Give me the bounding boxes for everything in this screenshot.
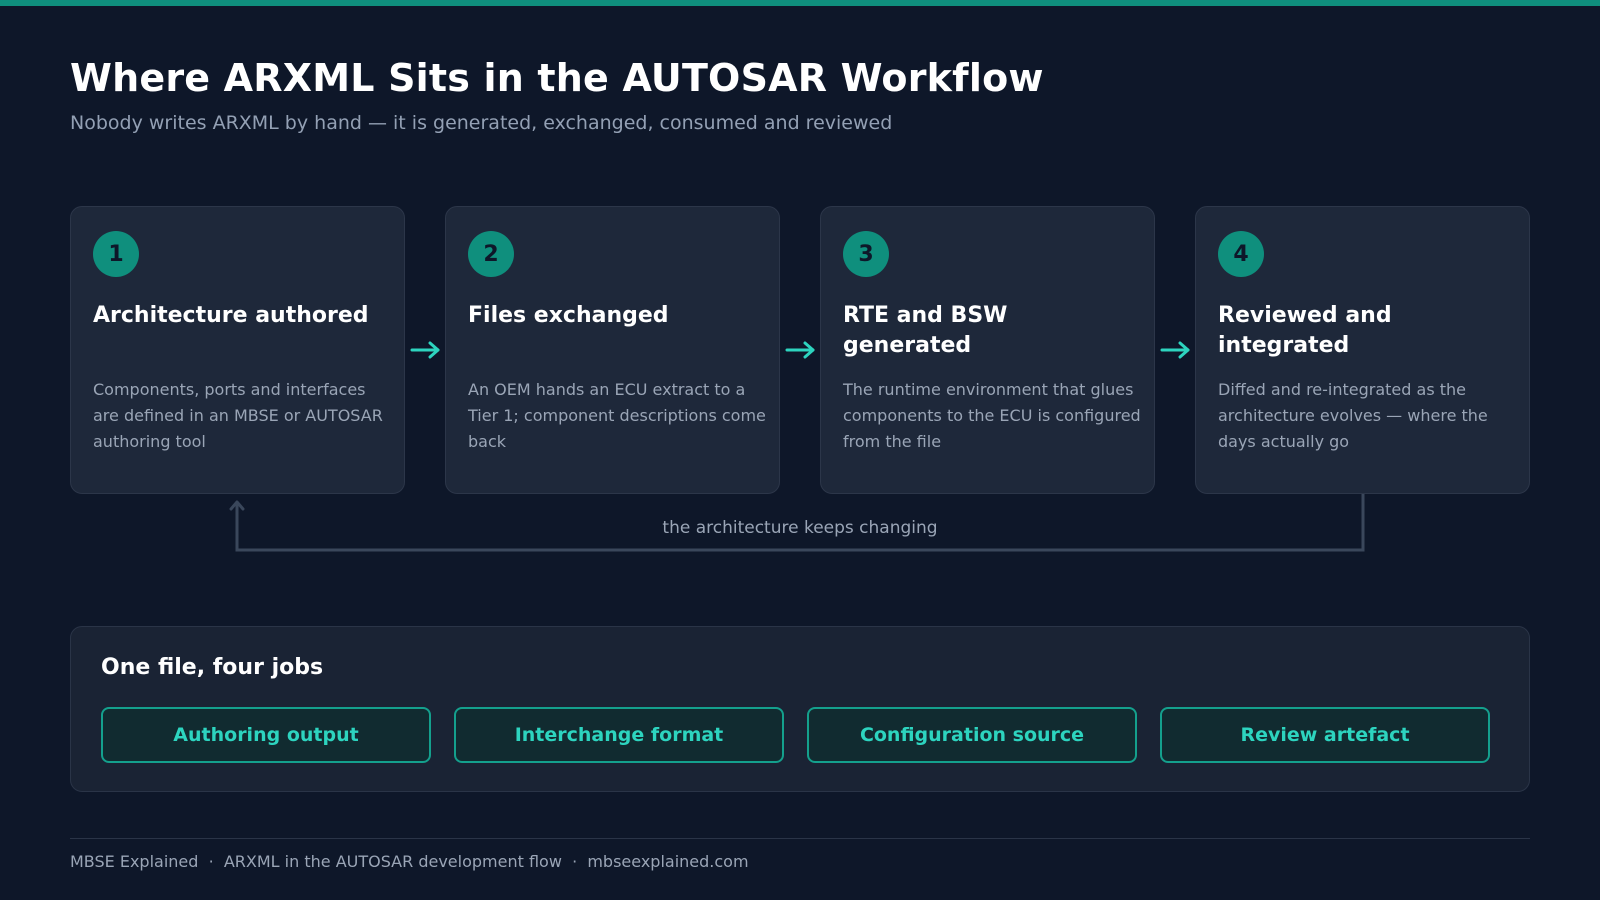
step-card-generated: 3 RTE and BSW generated The runtime envi… (820, 206, 1155, 494)
footer-text: MBSE Explained · ARXML in the AUTOSAR de… (70, 852, 749, 871)
job-pill-configuration-source: Configuration source (807, 707, 1137, 763)
jobs-panel: One file, four jobs Authoring output Int… (70, 626, 1530, 792)
flow-arrow-icon (410, 341, 440, 359)
step-card-exchanged: 2 Files exchanged An OEM hands an ECU ex… (445, 206, 780, 494)
step-number-badge: 3 (843, 231, 889, 277)
step-title: Architecture authored (93, 303, 369, 328)
flow-arrow-icon (785, 341, 815, 359)
job-pill-authoring-output: Authoring output (101, 707, 431, 763)
step-number-badge: 4 (1218, 231, 1264, 277)
step-title: Files exchanged (468, 303, 669, 328)
step-number-badge: 1 (93, 231, 139, 277)
job-pill-review-artefact: Review artefact (1160, 707, 1490, 763)
footer-divider (70, 838, 1530, 839)
page-title: Where ARXML Sits in the AUTOSAR Workflow (70, 56, 1044, 100)
jobs-title: One file, four jobs (101, 655, 324, 680)
step-card-reviewed: 4 Reviewed and integrated Diffed and re-… (1195, 206, 1530, 494)
loop-label: the architecture keeps changing (662, 518, 938, 538)
job-pill-interchange-format: Interchange format (454, 707, 784, 763)
step-description: Diffed and re-integrated as the architec… (1218, 380, 1488, 451)
step-title: Reviewed and integrated (1218, 303, 1392, 358)
step-title: RTE and BSW generated (843, 303, 1008, 358)
step-description: An OEM hands an ECU extract to a Tier 1;… (468, 380, 766, 451)
page-subtitle: Nobody writes ARXML by hand — it is gene… (70, 112, 893, 134)
step-card-authored: 1 Architecture authored Components, port… (70, 206, 405, 494)
step-description: The runtime environment that glues compo… (843, 380, 1141, 451)
step-number-badge: 2 (468, 231, 514, 277)
flow-arrow-icon (1160, 341, 1190, 359)
top-accent-bar (0, 0, 1600, 6)
step-description: Components, ports and interfaces are def… (93, 380, 383, 451)
